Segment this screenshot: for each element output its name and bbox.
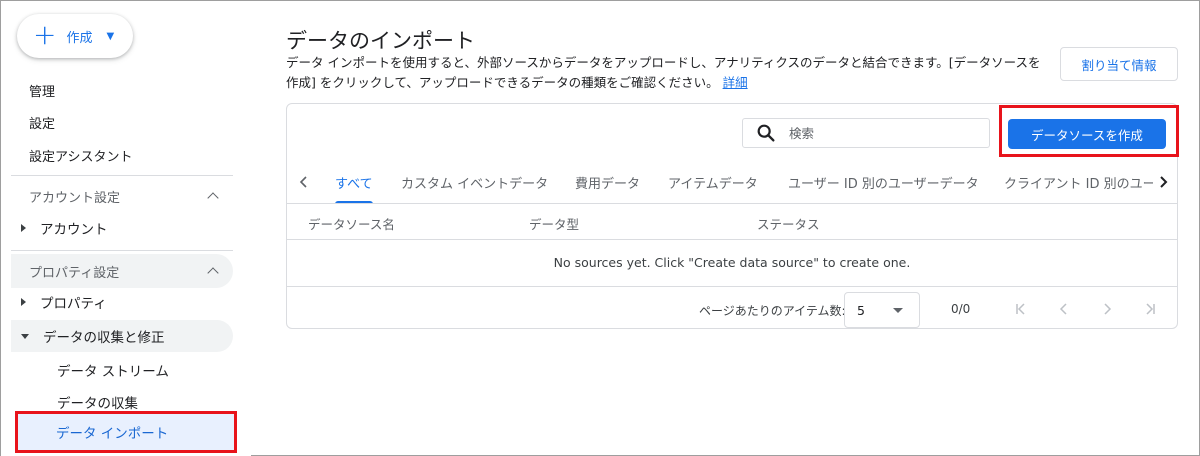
data-sources-card: データソースを作成 すべて カスタム イベントデータ 費用データ アイテムデータ…	[286, 103, 1179, 329]
chevron-right-icon	[1104, 303, 1112, 315]
assignment-info-button[interactable]: 割り当て情報	[1060, 47, 1178, 81]
divider	[287, 203, 1177, 204]
column-header-data-source-name[interactable]: データソース名	[308, 214, 395, 233]
last-page-button[interactable]	[1140, 300, 1160, 318]
sidebar-item-account[interactable]: アカウント	[11, 212, 233, 244]
tabs-scroll-left-button[interactable]	[296, 173, 312, 191]
search-icon	[757, 124, 775, 142]
tab-custom-event-data[interactable]: カスタム イベントデータ	[401, 160, 548, 204]
chevron-up-icon	[207, 267, 219, 279]
chevron-left-icon	[1059, 303, 1067, 315]
create-button-label: 作成	[66, 30, 93, 46]
tab-user-data-by-user-id[interactable]: ユーザー ID 別のユーザーデータ	[788, 160, 979, 204]
chevron-up-icon	[207, 192, 219, 204]
search-input[interactable]	[789, 125, 969, 141]
chevron-right-icon	[1160, 176, 1168, 188]
learn-more-link[interactable]: 詳細	[723, 75, 748, 90]
collapse-icon	[21, 333, 29, 339]
create-data-source-button[interactable]: データソースを作成	[1008, 119, 1166, 149]
previous-page-button[interactable]	[1054, 300, 1074, 318]
property-settings-section[interactable]: プロパティ設定	[11, 254, 233, 288]
sidebar-item-data-import-label: データ インポート	[56, 426, 169, 442]
expand-icon	[21, 298, 26, 306]
divider	[287, 239, 1177, 240]
sidebar-item-data-streams[interactable]: データ ストリーム	[57, 360, 169, 380]
column-header-status[interactable]: ステータス	[757, 214, 820, 233]
items-per-page-label: ページあたりのアイテム数:	[699, 304, 846, 318]
page-description: データ インポートを使用すると、外部ソースからデータをアップロードし、アナリティ…	[286, 53, 1046, 93]
sidebar-divider	[11, 175, 233, 176]
last-page-icon	[1146, 303, 1155, 315]
tab-user-data-by-client-id[interactable]: クライアント ID 別のユーザーデータ	[1004, 160, 1153, 204]
tab-all[interactable]: すべて	[335, 160, 373, 204]
account-settings-section[interactable]: アカウント設定	[11, 179, 233, 213]
next-page-button[interactable]	[1097, 300, 1117, 318]
tab-cost-data[interactable]: 費用データ	[575, 160, 640, 204]
plus-icon: +	[33, 18, 57, 51]
property-settings-label: プロパティ設定	[29, 265, 120, 281]
sidebar: + 作成 ▼ 管理 設定 設定アシスタント アカウント設定 アカウント プロパテ…	[1, 1, 251, 456]
sidebar-item-property[interactable]: プロパティ	[11, 286, 233, 318]
sidebar-item-settings[interactable]: 設定	[29, 113, 55, 132]
caret-down-icon: ▼	[106, 30, 115, 42]
divider	[287, 286, 1177, 287]
sidebar-divider	[11, 250, 233, 251]
pagination-range: 0/0	[951, 302, 971, 316]
tabs-scroll-right-button[interactable]	[1155, 173, 1171, 191]
tab-bar: すべて カスタム イベントデータ 費用データ アイテムデータ ユーザー ID 別…	[287, 160, 1179, 204]
dropdown-arrow-icon	[893, 308, 903, 313]
column-header-data-type[interactable]: データ型	[529, 214, 579, 233]
items-per-page-value: 5	[857, 302, 865, 318]
chevron-left-icon	[299, 176, 307, 188]
sidebar-item-data-import[interactable]: データ インポート	[15, 411, 237, 453]
sidebar-item-data-collection-modification[interactable]: データの収集と修正	[11, 320, 233, 352]
page-title: データのインポート	[286, 29, 475, 53]
sidebar-item-data-collection-modification-label: データの収集と修正	[43, 330, 165, 346]
create-button[interactable]: + 作成 ▼	[17, 14, 133, 58]
search-field[interactable]	[742, 118, 990, 148]
create-data-source-highlight: データソースを作成	[999, 105, 1179, 157]
sidebar-item-admin[interactable]: 管理	[29, 81, 55, 100]
items-per-page-select[interactable]: 5	[844, 292, 920, 328]
sidebar-item-account-label: アカウント	[40, 222, 108, 238]
sidebar-item-property-label: プロパティ	[40, 296, 107, 312]
tab-item-data[interactable]: アイテムデータ	[668, 160, 758, 204]
first-page-button[interactable]	[1011, 300, 1031, 318]
account-settings-label: アカウント設定	[29, 190, 121, 206]
description-text: データ インポートを使用すると、外部ソースからデータをアップロードし、アナリティ…	[286, 55, 1041, 90]
tab-list: すべて カスタム イベントデータ 費用データ アイテムデータ ユーザー ID 別…	[317, 160, 1153, 204]
expand-icon	[21, 224, 26, 232]
sidebar-item-data-collection[interactable]: データの収集	[57, 392, 138, 412]
first-page-icon	[1016, 303, 1025, 315]
empty-state-message: No sources yet. Click "Create data sourc…	[553, 255, 911, 270]
sidebar-item-setup-assistant[interactable]: 設定アシスタント	[29, 146, 132, 165]
